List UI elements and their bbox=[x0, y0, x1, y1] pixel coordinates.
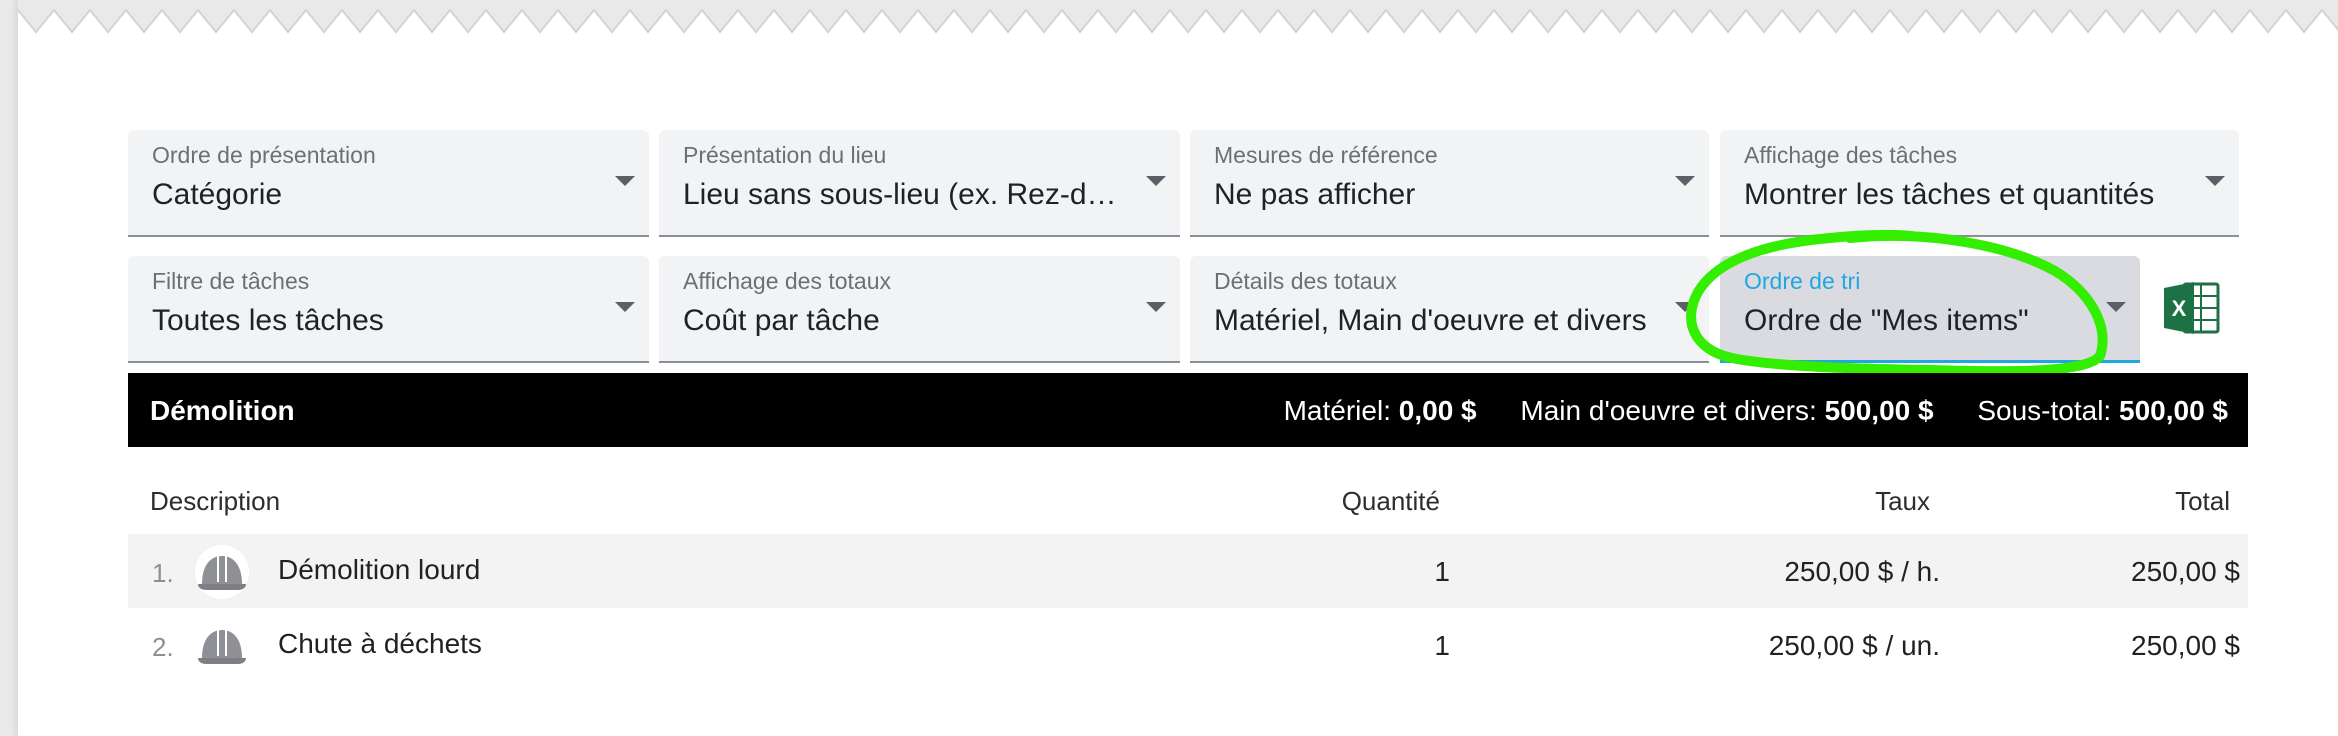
row-quantity: 1 bbox=[1434, 630, 1450, 661]
excel-export-icon[interactable]: X bbox=[2162, 278, 2222, 338]
location-presentation-value: Lieu sans sous-lieu (ex. Rez-de-chaussée… bbox=[683, 178, 1133, 211]
row-description: Démolition lourd bbox=[278, 554, 481, 585]
section-header: Démolition Matériel: 0,00 $ Main d'oeuvr… bbox=[128, 373, 2248, 447]
column-header-quantity: Quantité bbox=[1341, 486, 1440, 516]
subtotal: Sous-total: 500,00 $ bbox=[1977, 395, 2228, 426]
chevron-down-icon bbox=[615, 302, 635, 312]
task-display-value: Montrer les tâches et quantités bbox=[1744, 178, 2155, 211]
totals-details-label: Détails des totaux bbox=[1214, 268, 1397, 294]
torn-edge-decoration bbox=[18, 0, 2338, 46]
section-title: Démolition bbox=[150, 395, 295, 426]
table-row[interactable]: 2. Chute à déchets 1 250,00 $ / un. 250,… bbox=[128, 608, 2248, 682]
totals-display-value: Coût par tâche bbox=[683, 304, 880, 337]
row-rate: 250,00 $ / h. bbox=[1784, 556, 1940, 587]
chevron-down-icon bbox=[1146, 302, 1166, 312]
material-label: Matériel: bbox=[1283, 395, 1391, 426]
chevron-down-icon bbox=[1146, 176, 1166, 186]
sort-order-value: Ordre de "Mes items" bbox=[1744, 304, 2029, 337]
material-total: Matériel: 0,00 $ bbox=[1284, 395, 1477, 426]
labor-total: Main d'oeuvre et divers: 500,00 $ bbox=[1520, 395, 1933, 426]
table-row[interactable]: 1. Démolition lourd 1 250,00 $ / h. 250,… bbox=[128, 534, 2248, 608]
material-value: 0,00 $ bbox=[1398, 395, 1477, 426]
chevron-down-icon bbox=[1675, 176, 1695, 186]
presentation-order-value: Catégorie bbox=[152, 178, 283, 211]
sort-order-label: Ordre de tri bbox=[1744, 268, 1861, 294]
task-display-select[interactable]: Affichage des tâches Montrer les tâches … bbox=[1720, 130, 2239, 237]
row-rate: 250,00 $ / un. bbox=[1768, 630, 1940, 661]
presentation-order-select[interactable]: Ordre de présentation Catégorie bbox=[128, 130, 649, 237]
reference-measures-select[interactable]: Mesures de référence Ne pas afficher bbox=[1190, 130, 1709, 237]
column-header-rate: Taux bbox=[1875, 486, 1930, 516]
labor-value: 500,00 $ bbox=[1824, 395, 1934, 426]
location-presentation-select[interactable]: Présentation du lieu Lieu sans sous-lieu… bbox=[659, 130, 1180, 237]
row-total: 250,00 $ bbox=[2131, 556, 2240, 587]
subtotal-label: Sous-total: bbox=[1977, 395, 2112, 426]
totals-details-value: Matériel, Main d'oeuvre et divers bbox=[1214, 304, 1647, 337]
table-header: Description Quantité Taux Total bbox=[128, 480, 2248, 520]
hard-hat-icon bbox=[195, 545, 249, 599]
section-totals: Matériel: 0,00 $ Main d'oeuvre et divers… bbox=[1248, 395, 2228, 427]
totals-display-select[interactable]: Affichage des totaux Coût par tâche bbox=[659, 256, 1180, 363]
chevron-down-icon bbox=[1675, 302, 1695, 312]
totals-details-select[interactable]: Détails des totaux Matériel, Main d'oeuv… bbox=[1190, 256, 1709, 363]
presentation-order-label: Ordre de présentation bbox=[152, 142, 376, 168]
chevron-down-icon bbox=[615, 176, 635, 186]
row-description: Chute à déchets bbox=[278, 628, 482, 659]
task-filter-select[interactable]: Filtre de tâches Toutes les tâches bbox=[128, 256, 649, 363]
hard-hat-icon bbox=[195, 619, 249, 673]
column-header-total: Total bbox=[2175, 486, 2230, 516]
task-filter-value: Toutes les tâches bbox=[152, 304, 384, 337]
chevron-down-icon bbox=[2106, 302, 2126, 312]
chevron-down-icon bbox=[2205, 176, 2225, 186]
sort-order-select[interactable]: Ordre de tri Ordre de "Mes items" bbox=[1720, 256, 2140, 363]
task-filter-label: Filtre de tâches bbox=[152, 268, 310, 294]
column-header-description: Description bbox=[150, 486, 281, 516]
labor-label: Main d'oeuvre et divers: bbox=[1520, 395, 1817, 426]
row-index: 2. bbox=[152, 632, 174, 662]
location-presentation-label: Présentation du lieu bbox=[683, 142, 887, 168]
reference-measures-value: Ne pas afficher bbox=[1214, 178, 1416, 211]
subtotal-value: 500,00 $ bbox=[2119, 395, 2228, 426]
svg-text:X: X bbox=[2172, 296, 2187, 321]
task-display-label: Affichage des tâches bbox=[1744, 142, 1958, 168]
row-index: 1. bbox=[152, 558, 174, 588]
totals-display-label: Affichage des totaux bbox=[683, 268, 891, 294]
row-total: 250,00 $ bbox=[2131, 630, 2240, 661]
reference-measures-label: Mesures de référence bbox=[1214, 142, 1438, 168]
row-quantity: 1 bbox=[1434, 556, 1450, 587]
